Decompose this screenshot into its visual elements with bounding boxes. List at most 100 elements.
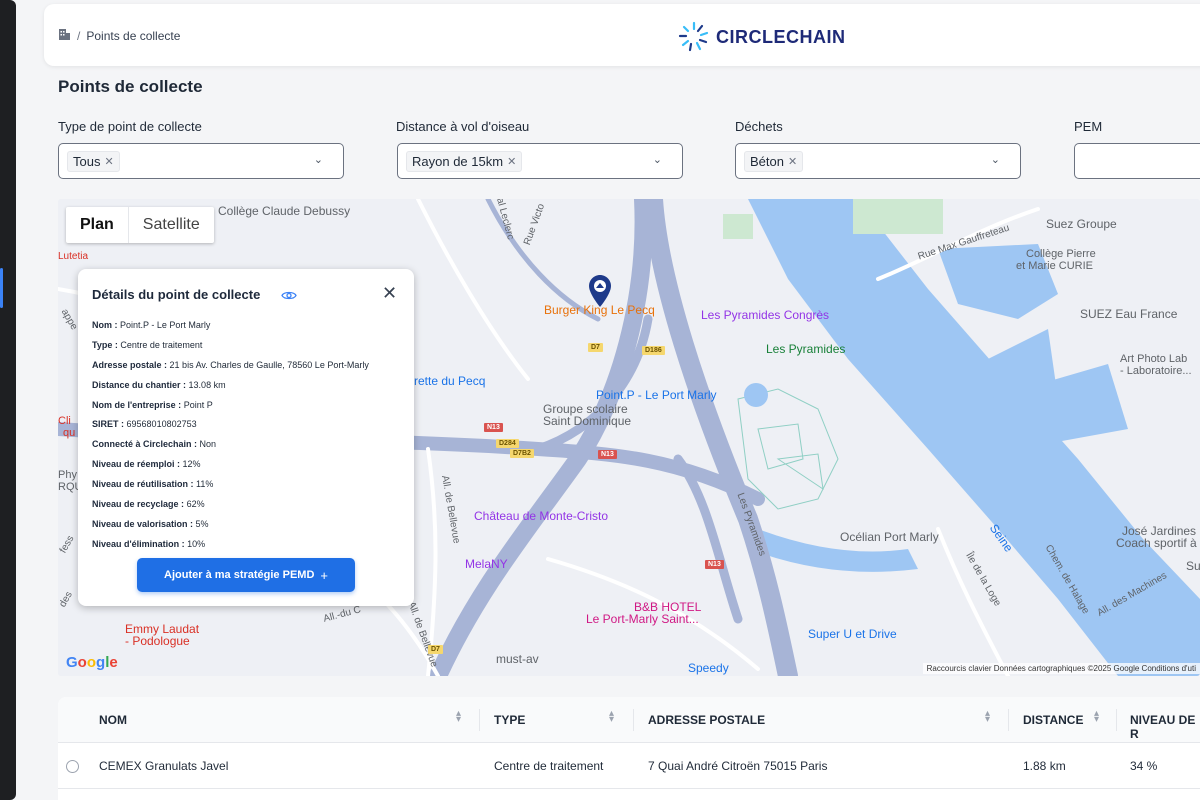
poi-college-debussy[interactable]: Collège Claude Debussy: [218, 204, 350, 218]
poi-ocelian[interactable]: Océlian Port Marly: [840, 530, 939, 544]
road-shield-d7: D7: [588, 343, 603, 352]
sort-icon[interactable]: ▴ ▾: [1094, 709, 1099, 725]
poi-college-curie-line1[interactable]: Collège Pierre: [1026, 248, 1096, 260]
poi-les-pyramides[interactable]: Les Pyramides: [766, 342, 845, 356]
detail-row-nom: Nom : Point.P - Le Port Marly: [92, 320, 369, 340]
poi-pyramides-congres[interactable]: Les Pyramides Congrès: [701, 308, 829, 322]
detail-label: Nom de l'entreprise :: [92, 399, 182, 410]
poi-pointp-marker-label[interactable]: Point.P - Le Port Marly: [596, 388, 717, 402]
detail-value: Point P: [183, 399, 213, 410]
map-type-satellite-button[interactable]: Satellite: [127, 207, 214, 243]
table-row[interactable]: CEMEX Granulats Javel Centre de traiteme…: [58, 743, 1200, 789]
cell-type: Centre de traitement: [494, 759, 604, 773]
filter-chip-distance[interactable]: Rayon de 15km ✕: [406, 150, 523, 172]
poi-emmy-laudat-line2[interactable]: - Podologue: [125, 634, 190, 648]
detail-label: Niveau de réemploi :: [92, 459, 181, 470]
chip-remove-icon[interactable]: ✕: [507, 155, 516, 168]
filter-type-select[interactable]: Tous ✕ ⌄: [58, 143, 344, 179]
page-title: Points de collecte: [58, 77, 203, 96]
chevron-down-icon[interactable]: ⌄: [314, 153, 323, 166]
filter-distance-select[interactable]: Rayon de 15km ✕ ⌄: [397, 143, 683, 179]
row-select-radio[interactable]: [66, 760, 79, 773]
detail-label: Niveau de recyclage :: [92, 499, 185, 510]
building-icon[interactable]: [58, 28, 71, 44]
brand-logo[interactable]: CIRCLECHAIN: [676, 20, 846, 54]
poi-pecq[interactable]: rette du Pecq: [414, 374, 485, 388]
detail-row-recyclage: Niveau de recyclage : 62%: [92, 499, 369, 519]
road-shield-n13-b: N13: [598, 450, 617, 459]
poi-jardines-line2[interactable]: Coach sportif à: [1116, 536, 1197, 550]
road-shield-d7-b: D7: [428, 645, 443, 654]
filter-chip-dechets[interactable]: Béton ✕: [744, 150, 804, 172]
sort-icon[interactable]: ▴ ▾: [456, 709, 461, 725]
column-header-type[interactable]: TYPE: [494, 713, 525, 727]
poi-bb-hotel-line2[interactable]: Le Port-Marly Saint...: [586, 612, 699, 626]
poi-suez-groupe[interactable]: Suez Groupe: [1046, 217, 1117, 231]
close-icon[interactable]: ✕: [382, 283, 397, 304]
poi-speedy[interactable]: Speedy: [688, 661, 729, 675]
cell-nom: CEMEX Granulats Javel: [99, 759, 229, 773]
poi-must-av[interactable]: must-av: [496, 652, 539, 666]
column-divider: [479, 709, 480, 731]
top-bar: / Points de collecte CIRCLECHAIN: [44, 4, 1200, 66]
detail-row-siret: SIRET : 69568010802753: [92, 419, 369, 439]
filter-pem-select[interactable]: [1074, 143, 1200, 179]
filter-dechets-select[interactable]: Béton ✕ ⌄: [735, 143, 1021, 179]
detail-rows: Nom : Point.P - Le Port Marly Type : Cen…: [92, 320, 369, 559]
chevron-down-icon[interactable]: ⌄: [653, 153, 662, 166]
cell-distance: 1.88 km: [1023, 759, 1066, 773]
breadcrumb: / Points de collecte: [58, 28, 180, 44]
eye-icon[interactable]: [281, 288, 297, 306]
detail-value: 10%: [187, 538, 206, 549]
cell-niveau: 34 %: [1130, 759, 1158, 773]
filter-label-pem: PEM: [1074, 119, 1103, 134]
filter-label-distance: Distance à vol d'oiseau: [396, 119, 530, 134]
chip-label: Rayon de 15km: [412, 153, 504, 169]
map-type-plan-button[interactable]: Plan: [66, 207, 128, 243]
cell-adresse: 7 Quai André Citroën 75015 Paris: [648, 759, 828, 773]
google-logo: Google: [66, 654, 118, 671]
filter-chip-type[interactable]: Tous ✕: [67, 150, 120, 172]
detail-value: 69568010802753: [126, 419, 197, 430]
poi-college-curie-line2[interactable]: et Marie CURIE: [1016, 260, 1093, 272]
poi-phy[interactable]: Phy: [58, 469, 77, 481]
detail-label: Distance du chantier :: [92, 379, 187, 390]
column-header-adresse[interactable]: ADRESSE POSTALE: [648, 713, 765, 727]
detail-label: Adresse postale :: [92, 359, 168, 370]
sort-icon[interactable]: ▴ ▾: [985, 709, 990, 725]
breadcrumb-separator: /: [77, 29, 81, 43]
detail-row-reemploi: Niveau de réemploi : 12%: [92, 459, 369, 479]
chip-remove-icon[interactable]: ✕: [104, 155, 113, 168]
poi-lutetia[interactable]: Lutetia: [58, 251, 88, 262]
add-to-pemd-button[interactable]: Ajouter à ma stratégie PEMD +: [137, 558, 355, 592]
detail-value: 21 bis Av. Charles de Gaulle, 78560 Le P…: [169, 359, 369, 370]
road-shield-n13-c: N13: [705, 560, 724, 569]
detail-row-reutilisation: Niveau de réutilisation : 11%: [92, 479, 369, 499]
poi-monte-cristo[interactable]: Château de Monte-Cristo: [474, 509, 608, 523]
detail-row-type: Type : Centre de traitement: [92, 340, 369, 360]
poi-su[interactable]: Su: [1186, 559, 1200, 573]
column-header-niveau[interactable]: NIVEAU DE R: [1130, 713, 1200, 741]
poi-cli[interactable]: Cli: [58, 415, 71, 427]
poi-suez-eau[interactable]: SUEZ Eau France: [1080, 307, 1177, 321]
poi-art-photo-line2[interactable]: - Laboratoire...: [1120, 365, 1192, 377]
collection-points-table: NOM ▴ ▾ TYPE ▴ ▾ ADRESSE POSTALE ▴ ▾ DISTAN…: [58, 697, 1200, 800]
detail-label: Niveau d'élimination :: [92, 538, 185, 549]
chevron-down-icon[interactable]: ⌄: [991, 153, 1000, 166]
poi-melany[interactable]: MelaNY: [465, 557, 508, 571]
sort-icon[interactable]: ▴ ▾: [609, 709, 614, 725]
map-attribution[interactable]: Raccourcis clavier Données cartographiqu…: [922, 663, 1200, 674]
poi-art-photo-line1[interactable]: Art Photo Lab: [1120, 353, 1187, 365]
collection-point-detail-card: Détails du point de collecte ✕ Nom : Poi…: [78, 269, 414, 606]
chip-label: Tous: [73, 153, 101, 169]
selected-location-pin-icon[interactable]: [589, 275, 611, 307]
poi-qu[interactable]: qu: [63, 427, 75, 439]
active-nav-marker: [0, 268, 3, 308]
poi-super-u[interactable]: Super U et Drive: [808, 627, 897, 641]
chip-remove-icon[interactable]: ✕: [788, 155, 797, 168]
road-shield-d186: D186: [642, 346, 665, 355]
column-header-nom[interactable]: NOM: [99, 713, 127, 727]
poi-groupe-scolaire-line2[interactable]: Saint Dominique: [543, 414, 631, 428]
column-header-distance[interactable]: DISTANCE: [1023, 713, 1083, 727]
detail-row-elimination: Niveau d'élimination : 10%: [92, 539, 369, 559]
